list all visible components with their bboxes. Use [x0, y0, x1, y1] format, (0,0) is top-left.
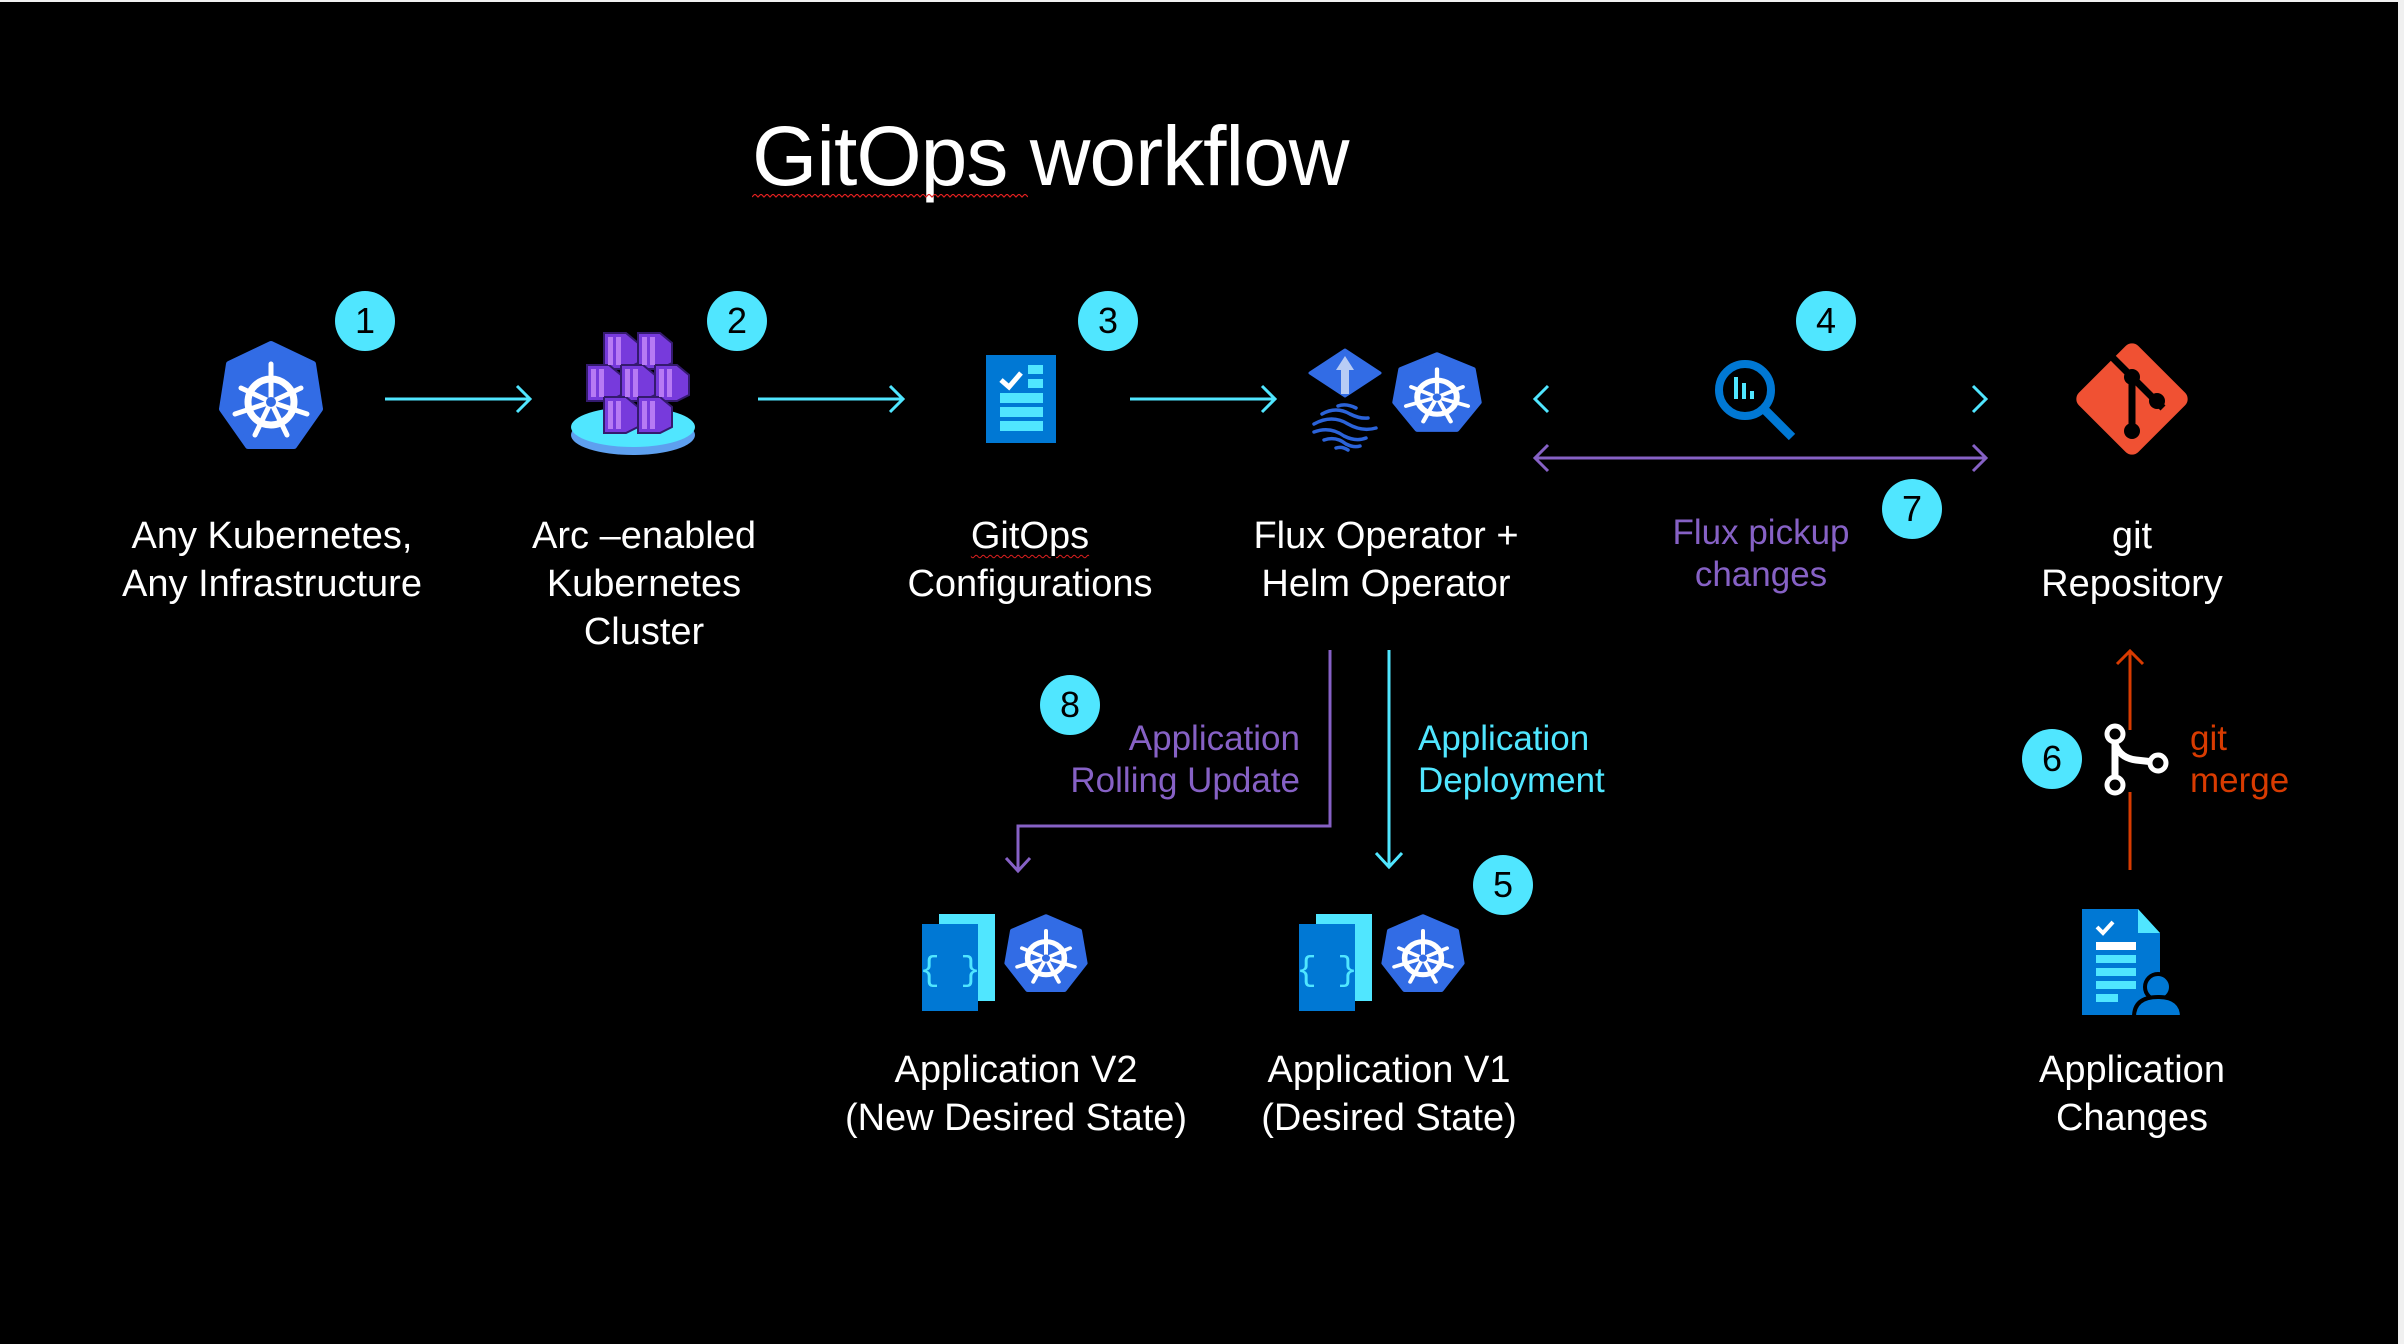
svg-text:{ }: { } — [919, 953, 980, 991]
edge-label-git-merge: git merge — [2190, 718, 2289, 802]
kubernetes-icon — [219, 341, 323, 449]
code-document-icon: { } — [919, 914, 995, 1011]
label-line: (New Desired State) — [844, 1097, 1188, 1139]
label-line: GitOps — [970, 515, 1090, 557]
label-line: Kubernetes — [546, 563, 742, 605]
git-merge-icon — [2104, 723, 2169, 796]
label-line: Any Kubernetes, — [131, 515, 413, 557]
svg-text:{ }: { } — [1296, 953, 1357, 991]
step-badge-6: 6 — [2022, 729, 2082, 789]
arrow-2-to-3 — [758, 384, 906, 414]
node-label-flux-helm: Flux Operator + Helm Operator — [1253, 512, 1518, 608]
node-label-app-changes: Application Changes — [2039, 1046, 2225, 1142]
label-line: Configurations — [907, 563, 1153, 605]
label-line: Repository — [2041, 563, 2223, 605]
step-badge-8: 8 — [1040, 675, 1100, 735]
label-line: Rolling Update — [1070, 761, 1300, 800]
label-line: git — [2111, 515, 2153, 557]
label-line: Application V2 — [894, 1049, 1138, 1091]
node-label-app-v1: Application V1 (Desired State) — [1261, 1046, 1517, 1142]
step-badge-3: 3 — [1078, 291, 1138, 351]
label-line: git — [2190, 719, 2227, 758]
label-line: Helm Operator — [1261, 563, 1511, 605]
label-line: Application — [2039, 1049, 2225, 1091]
edge-label-rolling-update: Application Rolling Update — [1070, 718, 1300, 802]
label-line: Application V1 — [1267, 1049, 1511, 1091]
step-badge-4: 4 — [1796, 291, 1856, 351]
label-line: (Desired State) — [1261, 1097, 1517, 1139]
label-line: changes — [1694, 555, 1828, 594]
label-line: Changes — [2055, 1097, 2209, 1139]
step-badge-2: 2 — [707, 291, 767, 351]
label-line: Application — [1418, 719, 1590, 758]
edge-label-deployment: Application Deployment — [1418, 718, 1605, 802]
step-badge-5: 5 — [1473, 855, 1533, 915]
step-badge-1: 1 — [335, 291, 395, 351]
git-icon — [2076, 343, 2188, 455]
arrow-1-to-2 — [385, 384, 533, 414]
step-badge-7: 7 — [1882, 479, 1942, 539]
label-line: Flux pickup — [1672, 513, 1850, 552]
label-line: Deployment — [1418, 761, 1605, 800]
label-line: Flux Operator + — [1253, 515, 1519, 557]
arrow-deployment — [1374, 650, 1404, 870]
slide-canvas: GitOps workflow {} {} Any Kubernetes, … — [0, 2, 2398, 1344]
node-label-app-v2: Application V2 (New Desired State) — [845, 1046, 1187, 1142]
label-line: Arc –enabled — [532, 515, 756, 557]
label-line: Cluster — [583, 611, 705, 653]
magnifier-chart-icon — [1715, 360, 1796, 441]
flux-operator-icon — [1308, 348, 1382, 452]
node-label-any-kubernetes: Any Kubernetes, Any Infrastructure — [122, 512, 422, 608]
label-line: merge — [2190, 761, 2290, 800]
node-label-git-repo: git Repository — [2041, 512, 2223, 608]
node-label-gitops-config: GitOps Configurations — [907, 512, 1152, 608]
label-line: Application — [1128, 719, 1300, 758]
node-label-arc-cluster: Arc –enabled Kubernetes Cluster — [532, 512, 756, 656]
code-document-icon: { } — [1296, 914, 1372, 1011]
configuration-checklist-icon — [986, 355, 1056, 443]
arrow-flux-pickup — [1532, 443, 1989, 473]
edge-label-flux-pickup: Flux pickup changes — [1672, 512, 1849, 596]
document-user-icon — [2082, 909, 2185, 1019]
azure-arc-kubernetes-icon — [571, 332, 695, 455]
kubernetes-icon — [1004, 914, 1088, 992]
kubernetes-icon — [1381, 914, 1465, 992]
connectors-layer — [385, 384, 2145, 874]
kubernetes-icon — [1392, 352, 1482, 432]
label-line: Any Infrastructure — [122, 563, 422, 605]
arrow-3-to-flux — [1130, 384, 1278, 414]
